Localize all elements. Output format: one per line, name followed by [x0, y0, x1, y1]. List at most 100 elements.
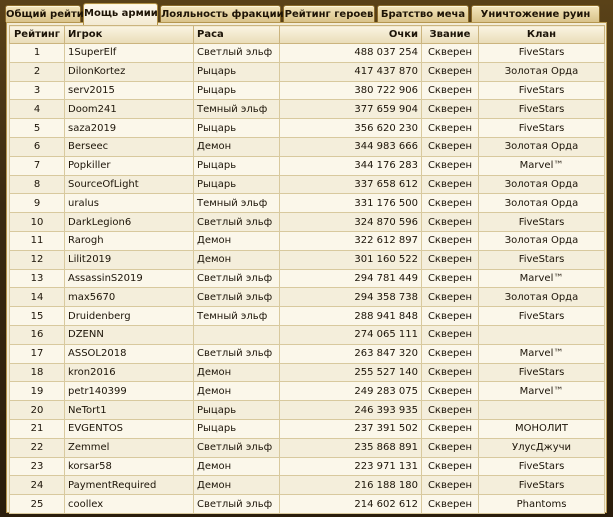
- clan-link[interactable]: Marvel™: [478, 381, 605, 402]
- tab-overall-rating[interactable]: Общий рейтинг: [5, 5, 96, 22]
- player-link[interactable]: saza2019: [64, 118, 194, 138]
- cell-rank: 16: [9, 324, 65, 345]
- header-clan[interactable]: Клан: [478, 25, 605, 44]
- tab-army-power[interactable]: Мощь армии: [83, 3, 158, 25]
- cell-title: Скверен: [421, 268, 479, 289]
- cell-score: 263 847 320: [279, 343, 422, 364]
- cell-score: 380 722 906: [279, 80, 422, 101]
- player-link[interactable]: PaymentRequired: [64, 475, 194, 496]
- clan-link[interactable]: FiveStars: [478, 43, 605, 63]
- tab-hero-rating[interactable]: Рейтинг героев: [283, 5, 375, 22]
- cell-race: Рыцарь: [193, 61, 280, 82]
- cell-title: Скверен: [421, 193, 479, 214]
- header-title[interactable]: Звание: [421, 25, 479, 44]
- player-link[interactable]: uralus: [64, 193, 194, 214]
- clan-link[interactable]: МОНОЛИТ: [478, 418, 605, 439]
- clan-link[interactable]: FiveStars: [478, 80, 605, 101]
- clan-link[interactable]: Золотая Орда: [478, 193, 605, 214]
- player-link[interactable]: Druidenberg: [64, 306, 194, 326]
- clan-link[interactable]: FiveStars: [478, 249, 605, 270]
- cell-title: Скверен: [421, 362, 479, 383]
- clan-link[interactable]: FiveStars: [478, 456, 605, 477]
- player-link[interactable]: DarkLegion6: [64, 212, 194, 232]
- cell-title: Скверен: [421, 324, 479, 345]
- cell-score: 344 176 283: [279, 155, 422, 176]
- cell-race: Демон: [193, 456, 280, 477]
- table-row: 21 EVGENTOS Рыцарь 237 391 502 Скверен МОНОЛИ…: [9, 418, 605, 439]
- player-link[interactable]: Rarogh: [64, 230, 194, 251]
- player-link[interactable]: Popkiller: [64, 155, 194, 176]
- header-score[interactable]: Очки: [279, 25, 422, 44]
- clan-link[interactable]: УлусДжучи: [478, 437, 605, 458]
- cell-race: Светлый эльф: [193, 287, 280, 308]
- clan-link[interactable]: Золотая Орда: [478, 61, 605, 82]
- clan-link[interactable]: Золотая Орда: [478, 230, 605, 251]
- cell-title: Скверен: [421, 43, 479, 63]
- player-link[interactable]: DilonKortez: [64, 61, 194, 82]
- clan-link[interactable]: [478, 324, 605, 345]
- header-race[interactable]: Раса: [193, 25, 280, 44]
- clan-link[interactable]: Marvel™: [478, 268, 605, 289]
- cell-score: 331 176 500: [279, 193, 422, 214]
- header-player[interactable]: Игрок: [64, 25, 194, 44]
- table-row: 13 AssassinS2019 Светлый эльф 294 781 449 Ск…: [9, 268, 605, 289]
- clan-link[interactable]: Marvel™: [478, 155, 605, 176]
- player-link[interactable]: EVGENTOS: [64, 418, 194, 439]
- player-link[interactable]: ASSOL2018: [64, 343, 194, 364]
- clan-link[interactable]: Marvel™: [478, 343, 605, 364]
- header-rank[interactable]: Рейтинг: [9, 25, 65, 44]
- cell-rank: 20: [9, 400, 65, 420]
- cell-rank: 14: [9, 287, 65, 308]
- table-row: 11 Rarogh Демон 322 612 897 Скверен Золотая О…: [9, 230, 605, 251]
- table-row: 1 1SuperElf Светлый эльф 488 037 254 Скверен…: [9, 43, 605, 63]
- cell-title: Скверен: [421, 155, 479, 176]
- clan-link[interactable]: FiveStars: [478, 475, 605, 496]
- player-link[interactable]: kron2016: [64, 362, 194, 383]
- cell-title: Скверен: [421, 99, 479, 120]
- player-link[interactable]: coollex: [64, 494, 194, 514]
- cell-title: Скверен: [421, 136, 479, 157]
- clan-link[interactable]: FiveStars: [478, 306, 605, 326]
- player-link[interactable]: Lilit2019: [64, 249, 194, 270]
- cell-rank: 24: [9, 475, 65, 496]
- table-row: 16 DZENN 274 065 111 Скверен: [9, 324, 605, 345]
- player-link[interactable]: max5670: [64, 287, 194, 308]
- cell-score: 214 602 612: [279, 494, 422, 514]
- player-link[interactable]: DZENN: [64, 324, 194, 345]
- cell-race: Демон: [193, 381, 280, 402]
- player-link[interactable]: serv2015: [64, 80, 194, 101]
- clan-link[interactable]: Золотая Орда: [478, 136, 605, 157]
- player-link[interactable]: korsar58: [64, 456, 194, 477]
- player-link[interactable]: Berseec: [64, 136, 194, 157]
- player-link[interactable]: AssassinS2019: [64, 268, 194, 289]
- cell-race: Рыцарь: [193, 400, 280, 420]
- cell-score: 288 941 848: [279, 306, 422, 326]
- clan-link[interactable]: Phantoms: [478, 494, 605, 514]
- tab-ruins-destruction[interactable]: Уничтожение руин: [471, 5, 600, 22]
- cell-rank: 5: [9, 118, 65, 138]
- player-link[interactable]: Zemmel: [64, 437, 194, 458]
- cell-race: Демон: [193, 475, 280, 496]
- table-row: 24 PaymentRequired Демон 216 188 180 Скверен…: [9, 475, 605, 496]
- clan-link[interactable]: FiveStars: [478, 362, 605, 383]
- clan-link[interactable]: FiveStars: [478, 118, 605, 138]
- cell-title: Скверен: [421, 118, 479, 138]
- clan-link[interactable]: FiveStars: [478, 212, 605, 232]
- cell-rank: 8: [9, 174, 65, 195]
- cell-race: Рыцарь: [193, 80, 280, 101]
- clan-link[interactable]: FiveStars: [478, 99, 605, 120]
- cell-rank: 7: [9, 155, 65, 176]
- player-link[interactable]: 1SuperElf: [64, 43, 194, 63]
- tab-sword-brotherhood[interactable]: Братство меча: [377, 5, 469, 22]
- clan-link[interactable]: [478, 400, 605, 420]
- tab-faction-loyalty[interactable]: Лояльность фракции: [160, 5, 284, 22]
- player-link[interactable]: SourceOfLight: [64, 174, 194, 195]
- player-link[interactable]: petr140399: [64, 381, 194, 402]
- clan-link[interactable]: Золотая Орда: [478, 287, 605, 308]
- cell-race: Светлый эльф: [193, 212, 280, 232]
- player-link[interactable]: Doom241: [64, 99, 194, 120]
- cell-score: 255 527 140: [279, 362, 422, 383]
- player-link[interactable]: NeTort1: [64, 400, 194, 420]
- clan-link[interactable]: Золотая Орда: [478, 174, 605, 195]
- cell-race: Темный эльф: [193, 193, 280, 214]
